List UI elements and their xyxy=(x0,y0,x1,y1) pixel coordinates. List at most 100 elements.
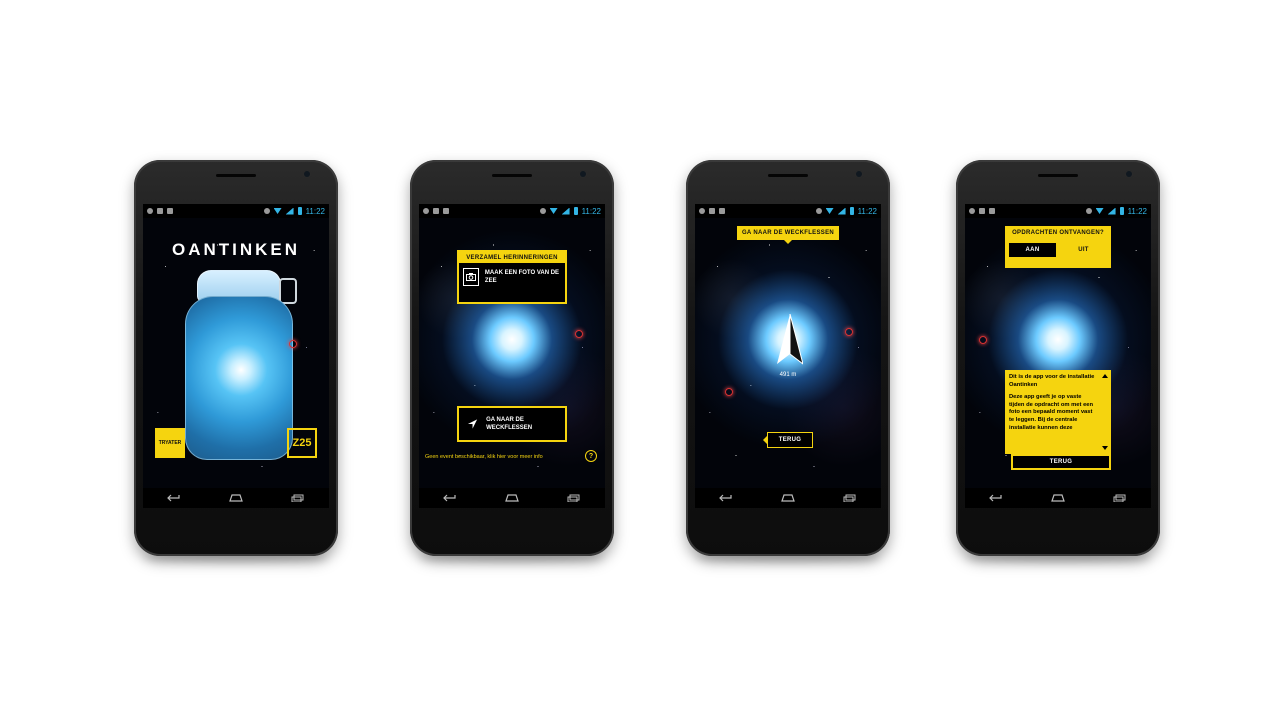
distance-readout: 491 m xyxy=(779,372,797,378)
go-action-label: GA NAAR DE WECKFLESSEN xyxy=(486,417,533,431)
location-icon xyxy=(709,208,715,214)
settings-icon xyxy=(147,208,153,214)
phone-3: 11:22 GA NAAR DE WECKFLESSEN 491 m TERUG xyxy=(686,160,890,556)
photo-action-label: MAAK EEN FOTO VAN DE ZEE xyxy=(484,270,560,284)
go-to-jars-button[interactable]: GA NAAR DE WECKFLESSEN xyxy=(457,406,567,442)
screen-home: 11:22 OANTINKEN TRYATER Z25 xyxy=(143,204,329,508)
toggle-off-button[interactable]: UIT xyxy=(1060,243,1107,257)
phone-4: 11:22 OPDRACHTEN ONTVANGEN? AAN UIT Dit … xyxy=(956,160,1160,556)
settings-icon xyxy=(699,208,705,214)
location-marker xyxy=(845,328,853,336)
space-background: OANTINKEN TRYATER Z25 xyxy=(143,218,329,488)
back-icon[interactable] xyxy=(716,491,736,505)
jar-clasp xyxy=(279,278,297,304)
image-icon xyxy=(433,208,439,214)
navigation-arrow-icon xyxy=(467,419,478,429)
status-bar: 11:22 xyxy=(419,204,605,218)
status-time: 11:22 xyxy=(857,206,877,216)
home-icon[interactable] xyxy=(778,491,798,505)
info-paragraph-1: Dit is de app voor de installatie Oantin… xyxy=(1009,374,1095,388)
back-icon[interactable] xyxy=(164,491,184,505)
phone-1: 11:22 OANTINKEN TRYATER Z25 xyxy=(134,160,338,556)
photo-action-button[interactable]: MAAK EEN FOTO VAN DE ZEE xyxy=(463,268,561,286)
space-background: GA NAAR DE WECKFLESSEN 491 m TERUG xyxy=(695,218,881,488)
alarm-icon xyxy=(1085,208,1092,214)
battery-icon xyxy=(573,207,578,215)
image-icon xyxy=(157,208,163,214)
wifi-icon xyxy=(825,208,834,214)
app-title: OANTINKEN xyxy=(171,240,301,259)
wifi-icon xyxy=(273,208,282,214)
mail-icon xyxy=(989,208,995,214)
screen-menu: 11:22 VERZAMEL HERINNERINGEN MAAK EEN FO… xyxy=(419,204,605,508)
recents-icon[interactable] xyxy=(840,491,860,505)
nav-bar xyxy=(965,488,1151,508)
recents-icon[interactable] xyxy=(564,491,584,505)
jar-body xyxy=(185,296,293,460)
image-icon xyxy=(719,208,725,214)
location-marker xyxy=(289,340,297,348)
alarm-icon xyxy=(263,208,270,214)
destination-heading: GA NAAR DE WECKFLESSEN xyxy=(737,226,839,244)
toggle-on-button[interactable]: AAN xyxy=(1009,243,1056,257)
settings-icon xyxy=(423,208,429,214)
battery-icon xyxy=(1119,207,1124,215)
status-time: 11:22 xyxy=(581,206,601,216)
back-button[interactable]: TERUG xyxy=(763,432,813,448)
wifi-icon xyxy=(549,208,558,214)
location-marker xyxy=(979,336,987,344)
front-camera xyxy=(1126,171,1132,177)
location-marker xyxy=(725,388,733,396)
assignments-card: OPDRACHTEN ONTVANGEN? AAN UIT xyxy=(1005,226,1111,268)
back-icon[interactable] xyxy=(440,491,460,505)
recents-icon[interactable] xyxy=(288,491,308,505)
assignments-question: OPDRACHTEN ONTVANGEN? xyxy=(1012,230,1104,236)
help-icon[interactable]: ? xyxy=(585,450,597,462)
nav-bar xyxy=(695,488,881,508)
scroll-down-icon[interactable] xyxy=(1102,446,1108,450)
mail-icon xyxy=(167,208,173,214)
nav-bar xyxy=(143,488,329,508)
status-time: 11:22 xyxy=(1127,206,1147,216)
compass-arrow-icon xyxy=(777,314,803,365)
recents-icon[interactable] xyxy=(1110,491,1130,505)
settings-icon xyxy=(969,208,975,214)
info-paragraph-2: Deze app geeft je op vaste tijden de opd… xyxy=(1009,394,1094,431)
speaker-grille xyxy=(1038,174,1078,177)
status-bar: 11:22 xyxy=(965,204,1151,218)
front-camera xyxy=(856,171,862,177)
info-scrollbar[interactable] xyxy=(1102,374,1108,450)
speaker-grille xyxy=(492,174,532,177)
jar-illustration[interactable] xyxy=(185,270,297,460)
phone-2: 11:22 VERZAMEL HERINNERINGEN MAAK EEN FO… xyxy=(410,160,614,556)
status-time: 11:22 xyxy=(305,206,325,216)
front-camera xyxy=(304,171,310,177)
speaker-grille xyxy=(216,174,256,177)
home-icon[interactable] xyxy=(1048,491,1068,505)
no-event-link[interactable]: Geen event beschikbaar, klik hier voor m… xyxy=(425,454,543,460)
signal-icon xyxy=(1107,207,1116,215)
signal-icon xyxy=(561,207,570,215)
status-bar: 11:22 xyxy=(695,204,881,218)
signal-icon xyxy=(285,207,294,215)
signal-icon xyxy=(837,207,846,215)
space-background: VERZAMEL HERINNERINGEN MAAK EEN FOTO VAN… xyxy=(419,218,605,488)
assignments-toggle: AAN UIT xyxy=(1005,243,1111,257)
camera-icon xyxy=(463,268,479,286)
home-icon[interactable] xyxy=(502,491,522,505)
collect-memories-card: VERZAMEL HERINNERINGEN MAAK EEN FOTO VAN… xyxy=(457,250,567,304)
tryater-logo: TRYATER xyxy=(155,428,185,458)
wifi-icon xyxy=(1095,208,1104,214)
info-panel[interactable]: Dit is de app voor de installatie Oantin… xyxy=(1005,370,1111,454)
back-icon[interactable] xyxy=(986,491,1006,505)
screen-navigation: 11:22 GA NAAR DE WECKFLESSEN 491 m TERUG xyxy=(695,204,881,508)
scroll-up-icon[interactable] xyxy=(1102,374,1108,378)
back-button[interactable]: TERUG xyxy=(1011,454,1111,470)
status-bar: 11:22 xyxy=(143,204,329,218)
nav-bar xyxy=(419,488,605,508)
alarm-icon xyxy=(815,208,822,214)
z25-logo: Z25 xyxy=(287,428,317,458)
battery-icon xyxy=(849,207,854,215)
space-background: OPDRACHTEN ONTVANGEN? AAN UIT Dit is de … xyxy=(965,218,1151,488)
home-icon[interactable] xyxy=(226,491,246,505)
